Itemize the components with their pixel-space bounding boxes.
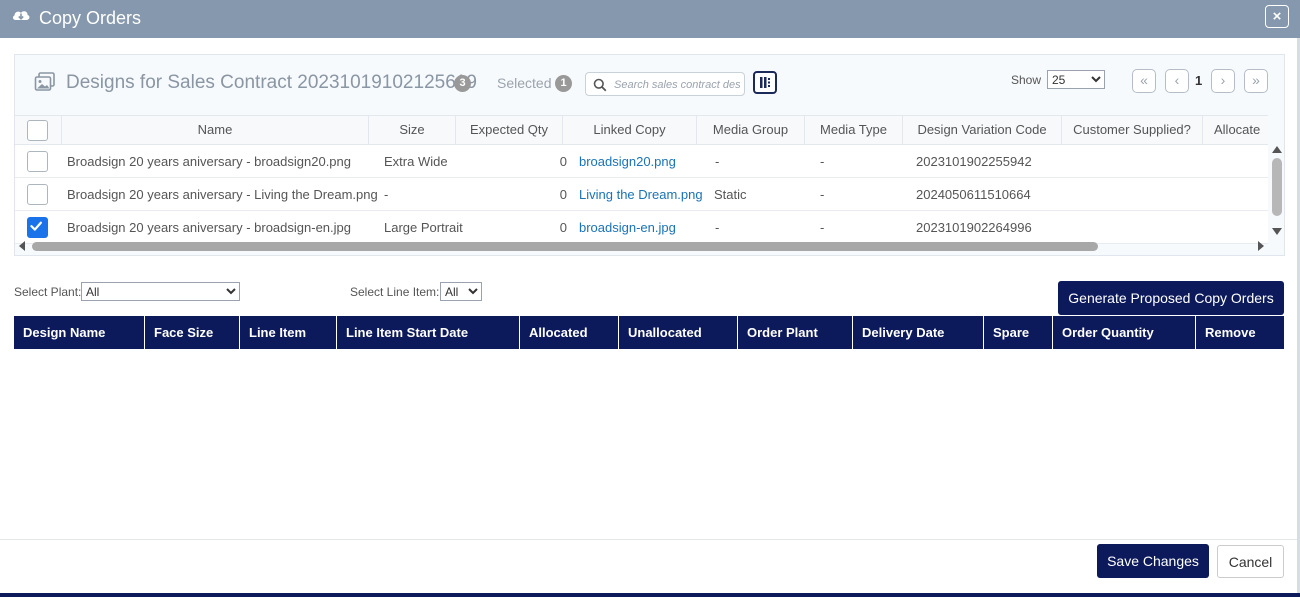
orders-table-header: Design Name Face Size Line Item Line Ite… — [14, 316, 1284, 349]
col-unallocated[interactable]: Unallocated — [618, 316, 737, 349]
next-page-button[interactable]: › — [1211, 69, 1235, 93]
col-order-quantity[interactable]: Order Quantity — [1052, 316, 1195, 349]
footer-divider — [0, 539, 1297, 540]
col-design-name[interactable]: Design Name — [14, 316, 144, 349]
linked-copy-link[interactable]: broadsign-en.jpg — [579, 211, 704, 244]
media-type-cell: - — [820, 220, 825, 235]
page-size-select[interactable]: 25 — [1047, 70, 1105, 89]
col-line-item-start-date[interactable]: Line Item Start Date — [336, 316, 519, 349]
row-checkbox[interactable] — [27, 217, 48, 238]
col-allocate[interactable]: Allocate — [1202, 116, 1268, 144]
first-page-button[interactable]: « — [1132, 69, 1156, 93]
select-line-item-label: Select Line Item: — [350, 285, 440, 299]
search-input[interactable] — [614, 76, 740, 93]
line-item-select[interactable]: All — [440, 282, 482, 301]
expected-qty-cell: 0 — [559, 187, 567, 202]
cloud-download-icon — [12, 11, 30, 20]
designs-grid-header: Name Size Expected Qty Linked Copy Media… — [15, 115, 1268, 145]
col-delivery-date[interactable]: Delivery Date — [852, 316, 983, 349]
check-icon — [30, 221, 42, 231]
variation-code-cell: 2023101902264996 — [916, 220, 1032, 235]
images-icon — [34, 72, 55, 91]
size-cell: Large Portrait — [384, 220, 463, 235]
col-remove[interactable]: Remove — [1195, 316, 1284, 349]
selected-count-badge: 1 — [555, 75, 572, 92]
linked-copy-link[interactable]: Living the Dream.png — [579, 178, 709, 211]
selected-label: Selected — [497, 75, 552, 91]
row-checkbox[interactable] — [27, 184, 48, 205]
col-linked-copy[interactable]: Linked Copy — [562, 116, 696, 144]
col-design-variation-code[interactable]: Design Variation Code — [902, 116, 1061, 144]
design-name-cell: Broadsign 20 years aniversary - broadsig… — [67, 154, 352, 169]
horizontal-scrollbar-thumb[interactable] — [32, 242, 1098, 251]
table-row[interactable]: Broadsign 20 years aniversary - broadsig… — [15, 211, 1268, 244]
size-cell: - — [384, 187, 389, 202]
variation-code-cell: 2023101902255942 — [916, 154, 1032, 169]
table-row[interactable]: Broadsign 20 years aniversary - broadsig… — [15, 145, 1268, 178]
select-all-cell — [15, 116, 61, 144]
cancel-button[interactable]: Cancel — [1217, 545, 1284, 578]
select-all-checkbox[interactable] — [27, 120, 48, 141]
media-type-cell: - — [820, 187, 825, 202]
last-page-button[interactable]: » — [1244, 69, 1268, 93]
save-changes-button[interactable]: Save Changes — [1097, 544, 1209, 578]
design-name-cell: Broadsign 20 years aniversary - Living t… — [67, 187, 377, 202]
media-group-cell: - — [715, 220, 720, 235]
table-row[interactable]: Broadsign 20 years aniversary - Living t… — [15, 178, 1268, 211]
designs-count-badge: 3 — [454, 75, 471, 92]
col-line-item[interactable]: Line Item — [239, 316, 336, 349]
col-media-type[interactable]: Media Type — [804, 116, 902, 144]
plant-select[interactable]: All — [81, 282, 240, 301]
variation-code-cell: 2024050611510664 — [916, 187, 1031, 202]
prev-page-button[interactable]: ‹ — [1165, 69, 1189, 93]
current-page: 1 — [1195, 73, 1203, 88]
design-name-cell: Broadsign 20 years aniversary - broadsig… — [67, 220, 351, 235]
expected-qty-cell: 0 — [559, 220, 567, 235]
col-customer-supplied[interactable]: Customer Supplied? — [1061, 116, 1202, 144]
col-expected-qty[interactable]: Expected Qty — [455, 116, 562, 144]
column-chooser-button[interactable] — [753, 71, 777, 94]
scroll-up-arrow[interactable] — [1272, 146, 1282, 153]
designs-panel: Designs for Sales Contract 2023101910212… — [14, 54, 1285, 256]
dialog-titlebar: Copy Orders × — [0, 0, 1300, 38]
columns-icon — [760, 77, 770, 88]
col-order-plant[interactable]: Order Plant — [737, 316, 852, 349]
search-box — [585, 72, 745, 96]
select-plant-label: Select Plant: — [14, 285, 82, 299]
media-group-cell: Static — [714, 187, 747, 202]
media-group-cell: - — [715, 154, 720, 169]
col-allocated[interactable]: Allocated — [519, 316, 618, 349]
bottom-bar — [0, 593, 1300, 597]
col-media-group[interactable]: Media Group — [696, 116, 804, 144]
size-cell: Extra Wide — [384, 154, 448, 169]
col-name[interactable]: Name — [61, 116, 368, 144]
dialog-title: Copy Orders — [39, 8, 142, 28]
scroll-right-arrow[interactable] — [1258, 241, 1264, 251]
col-face-size[interactable]: Face Size — [144, 316, 239, 349]
col-spare[interactable]: Spare — [983, 316, 1052, 349]
show-label: Show — [1011, 73, 1042, 87]
designs-panel-header: Designs for Sales Contract 2023101910212… — [15, 55, 1284, 115]
scroll-left-arrow[interactable] — [19, 241, 25, 251]
vertical-scrollbar-thumb[interactable] — [1272, 158, 1282, 216]
designs-grid-body: Broadsign 20 years aniversary - broadsig… — [15, 145, 1268, 244]
designs-title: Designs for Sales Contract 2023101910212… — [66, 72, 477, 93]
media-type-cell: - — [820, 154, 825, 169]
col-size[interactable]: Size — [368, 116, 455, 144]
generate-proposed-copy-orders-button[interactable]: Generate Proposed Copy Orders — [1058, 281, 1284, 315]
search-icon — [593, 78, 607, 92]
expected-qty-cell: 0 — [559, 154, 567, 169]
close-button[interactable]: × — [1265, 5, 1289, 28]
row-checkbox[interactable] — [27, 151, 48, 172]
scroll-down-arrow[interactable] — [1272, 228, 1282, 235]
linked-copy-link[interactable]: broadsign20.png — [579, 145, 704, 178]
